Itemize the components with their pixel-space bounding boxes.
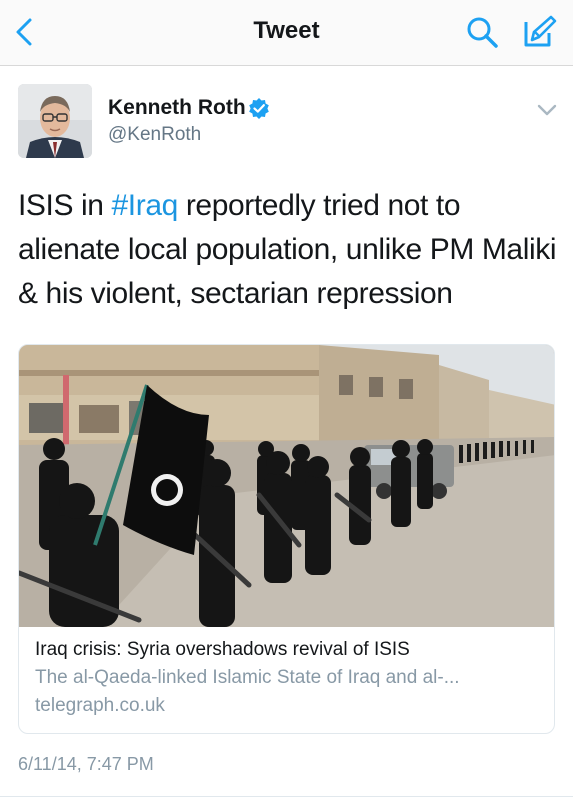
profile-photo	[18, 84, 92, 158]
card-description: The al-Qaeda-linked Islamic State of Ira…	[35, 667, 460, 688]
avatar[interactable]	[18, 84, 92, 158]
chevron-down-icon	[537, 104, 557, 116]
compose-button[interactable]	[520, 13, 558, 51]
author-name[interactable]: Kenneth Roth	[108, 96, 246, 120]
card-image	[19, 345, 554, 627]
card-domain: telegraph.co.uk	[35, 695, 165, 716]
card-photo	[19, 345, 554, 627]
author-handle[interactable]: @KenRoth	[108, 124, 201, 146]
verified-badge-icon	[249, 98, 269, 119]
tweet-text-start: ISIS in	[18, 189, 112, 222]
search-button[interactable]	[464, 14, 500, 50]
link-card[interactable]: Iraq crisis: Syria overshadows revival o…	[18, 344, 555, 734]
tweet-text: ISIS in #Iraq reportedly tried not to al…	[18, 184, 558, 316]
search-icon	[467, 17, 498, 48]
tweet-options-button[interactable]	[534, 100, 560, 120]
nav-bar: Tweet	[0, 0, 573, 66]
tweet-timestamp: 6/11/14, 7:47 PM	[18, 754, 154, 774]
hashtag-link[interactable]: #Iraq	[112, 189, 179, 222]
card-title[interactable]: Iraq crisis: Syria overshadows revival o…	[35, 639, 540, 661]
compose-icon	[524, 15, 557, 47]
divider	[0, 796, 573, 797]
